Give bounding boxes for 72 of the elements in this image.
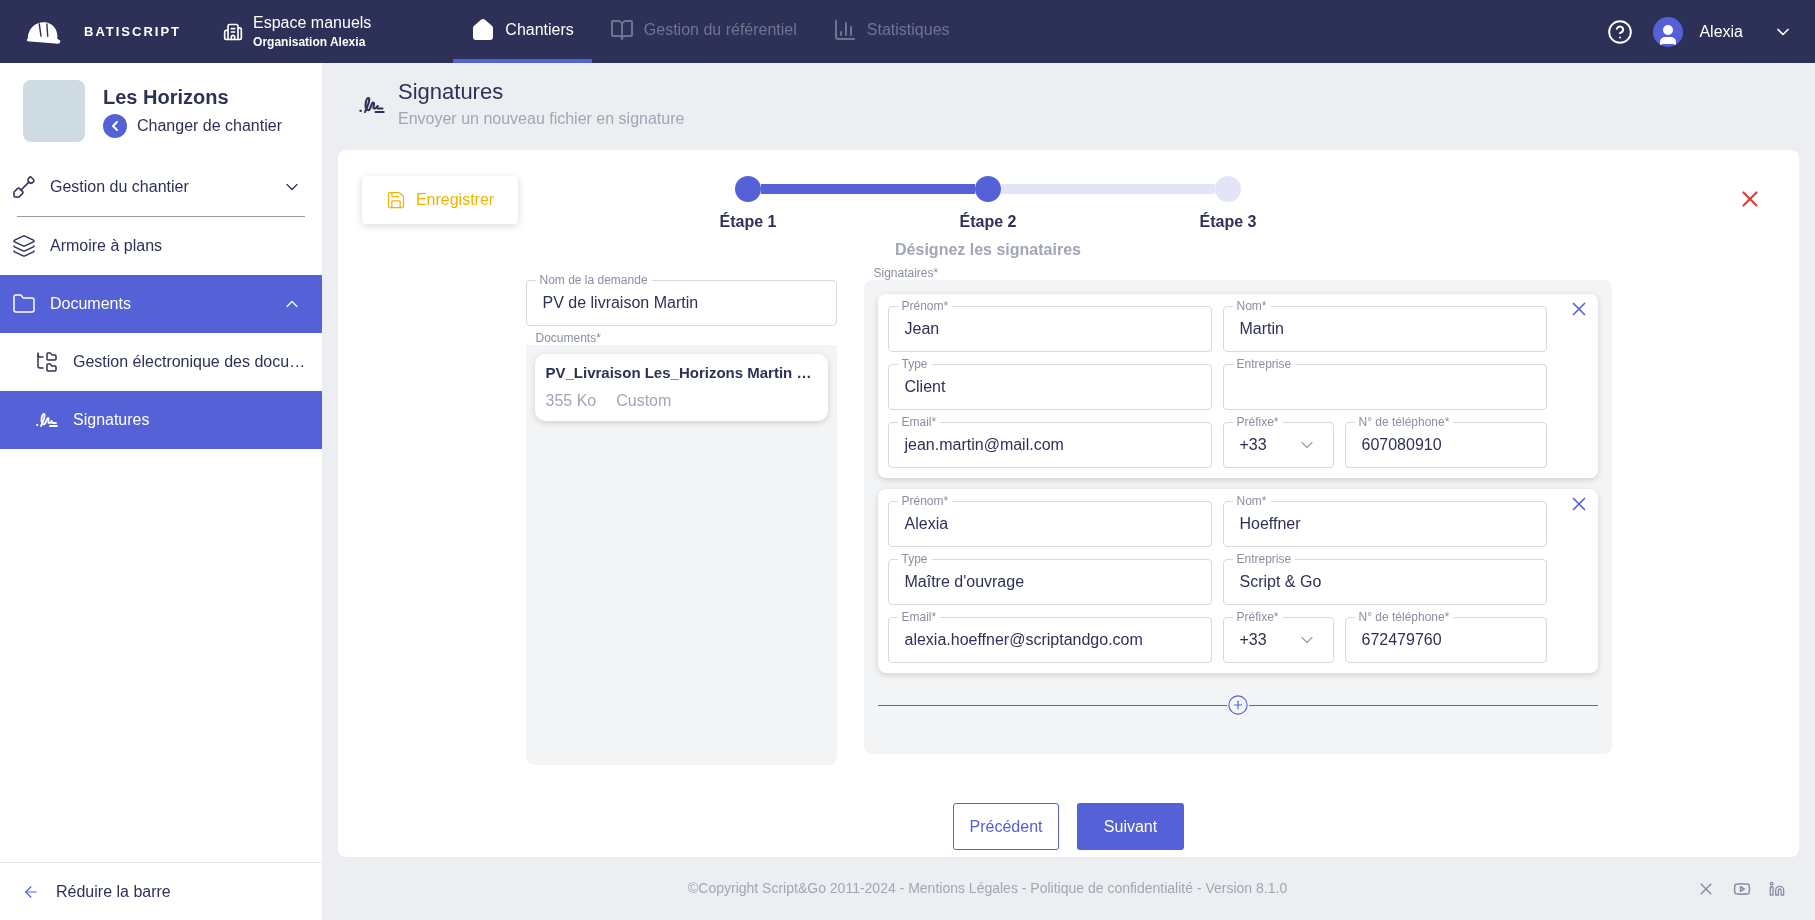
page-title: Signatures (398, 78, 505, 106)
field-label: N° de téléphone* (1354, 610, 1454, 624)
step-label: Étape 2 (958, 211, 1018, 232)
field-label: Prénom* (897, 299, 953, 313)
step-caption: Désignez les signataires (895, 240, 1081, 260)
home-icon (471, 17, 496, 42)
user-name[interactable]: Alexia (1699, 19, 1743, 44)
field-label: Type (897, 357, 932, 371)
field-label: Email* (897, 610, 941, 624)
field-value: Client (904, 377, 946, 397)
project-name: Les Horizons (103, 85, 230, 110)
space-title: Espace manuels (253, 12, 372, 33)
document-size: 355 Ko (545, 390, 597, 411)
document-name: PV_Livraison Les_Horizons Martin … (545, 363, 813, 383)
field-value: jean.martin@mail.com (904, 435, 1064, 455)
field-label: Nom* (1232, 299, 1271, 313)
field-label: Préfixe* (1232, 415, 1283, 429)
field-label: Type (897, 552, 932, 566)
save-icon (385, 190, 406, 210)
field-value: Alexia (904, 514, 949, 534)
field-label: Prénom* (897, 494, 953, 508)
help-icon[interactable] (1607, 18, 1634, 45)
step-label: Étape 1 (718, 211, 778, 232)
field-value: Jean (904, 319, 940, 339)
x-logo-icon[interactable] (1699, 881, 1713, 896)
field-value: Hoeffner (1239, 514, 1301, 534)
brand-name: BATISCRIPT (84, 22, 182, 41)
next-button[interactable]: Suivant (1077, 803, 1184, 850)
collapse-sidebar-button[interactable]: Réduire la barre (0, 862, 322, 920)
field-label: Email* (897, 415, 941, 429)
change-project-link[interactable]: Changer de chantier (103, 114, 282, 138)
photo-placeholder (23, 80, 85, 142)
sidebar-item[interactable]: Documents (0, 275, 322, 333)
folder-icon (12, 292, 36, 316)
add-signer-icon[interactable] (1226, 694, 1249, 716)
back-icon (103, 114, 127, 138)
signers-label: Signataires* (872, 266, 940, 280)
page-subtitle: Envoyer un nouveau fichier en signature (398, 109, 685, 129)
field-value: +33 (1239, 630, 1267, 650)
field-label: Préfixe* (1232, 610, 1283, 624)
previous-button[interactable]: Précédent (953, 803, 1059, 850)
sidebar-subitem[interactable]: Signatures (0, 391, 322, 449)
field-value: alexia.hoeffner@scriptandgo.com (904, 630, 1143, 650)
bar-chart-icon (832, 17, 857, 42)
field-label: Entreprise (1232, 552, 1296, 566)
field-value: Script & Go (1239, 572, 1322, 592)
avatar-icon[interactable] (1653, 16, 1684, 47)
documents-label: Documents* (534, 331, 602, 345)
field-value: 672479760 (1361, 630, 1442, 650)
trowel-icon (12, 175, 36, 199)
footer-text: ©Copyright Script&Go 2011-2024 - Mentions Légales - Politique de confidentialité - Version 8.1.0 (688, 879, 1288, 898)
nav-tab[interactable]: Chantiers (453, 0, 592, 63)
linkedin-icon[interactable] (1769, 880, 1785, 897)
sidebar-item[interactable]: Gestion du chantier (0, 158, 322, 216)
field-label: Nom* (1232, 494, 1271, 508)
step-label: Étape 3 (1198, 211, 1258, 232)
sidebar-subitem[interactable]: Gestion électronique des docu… (0, 333, 322, 391)
document-card[interactable]: PV_Livraison Les_Horizons Martin … 355 Ko Custom (534, 354, 828, 421)
sidebar-item[interactable]: Armoire à plans (0, 217, 322, 275)
field-value: Maître d'ouvrage (904, 572, 1025, 592)
folder-tree-icon (35, 350, 59, 374)
book-icon (609, 17, 634, 42)
field-value: +33 (1239, 435, 1267, 455)
space-subtitle: Organisation Alexia (253, 33, 367, 51)
field-label: N° de téléphone* (1354, 415, 1454, 429)
field-label: Entreprise (1232, 357, 1296, 371)
document-type: Custom (616, 390, 672, 411)
field-value: 607080910 (1361, 435, 1442, 455)
field-label: Nom de la demande (535, 273, 652, 287)
layers-icon (12, 234, 36, 258)
field-value: Martin (1239, 319, 1284, 339)
field-value: PV de livraison Martin (542, 293, 699, 313)
